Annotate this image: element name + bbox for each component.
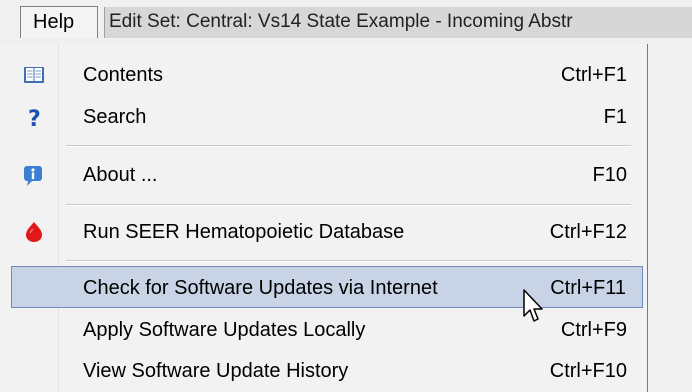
window-title-bar: Edit Set: Central: Vs14 State Example - … [104, 7, 692, 38]
menu-bar: Help Edit Set: Central: Vs14 State Examp… [0, 0, 692, 44]
help-menu-label: Help [33, 11, 75, 33]
menu-item-shortcut: Ctrl+F10 [549, 360, 627, 382]
help-dropdown-menu: Contents Ctrl+F1 ? Search F1 About ... F… [0, 44, 648, 392]
svg-text:?: ? [28, 107, 41, 129]
menu-separator [66, 260, 631, 262]
help-menu-button[interactable]: Help [20, 6, 98, 38]
menu-separator [66, 204, 631, 206]
menu-item-shortcut: Ctrl+F12 [549, 221, 627, 243]
menu-item-view-update-history[interactable]: View Software Update History Ctrl+F10 [0, 350, 647, 392]
menu-item-about[interactable]: About ... F10 [0, 154, 647, 196]
menu-separator [66, 145, 631, 147]
menu-item-label: View Software Update History [83, 360, 349, 382]
book-icon [24, 67, 44, 83]
menu-item-label: Search [83, 106, 147, 128]
menu-item-contents[interactable]: Contents Ctrl+F1 [0, 54, 647, 96]
menu-item-shortcut: Ctrl+F11 [550, 277, 626, 299]
red-blood-drop-icon [26, 222, 42, 242]
info-icon [24, 166, 42, 186]
menu-item-check-updates[interactable]: Check for Software Updates via Internet … [11, 266, 643, 308]
menu-item-search[interactable]: ? Search F1 [0, 96, 647, 138]
menu-item-label: Check for Software Updates via Internet [83, 277, 438, 299]
question-mark-icon: ? [28, 107, 41, 129]
menu-item-shortcut: F1 [603, 106, 627, 128]
mouse-cursor-icon [523, 289, 543, 322]
menu-item-label: About ... [83, 164, 158, 186]
menu-item-apply-updates[interactable]: Apply Software Updates Locally Ctrl+F9 [0, 309, 647, 351]
menu-item-label: Apply Software Updates Locally [83, 319, 366, 341]
menu-item-shortcut: Ctrl+F1 [560, 64, 627, 86]
menu-item-run-seer[interactable]: Run SEER Hematopoietic Database Ctrl+F12 [0, 211, 647, 253]
menu-item-label: Run SEER Hematopoietic Database [83, 221, 405, 243]
menu-item-shortcut: Ctrl+F9 [560, 319, 627, 341]
menu-item-shortcut: F10 [592, 164, 627, 186]
window-title: Edit Set: Central: Vs14 State Example - … [109, 11, 573, 32]
menu-item-label: Contents [83, 64, 164, 86]
